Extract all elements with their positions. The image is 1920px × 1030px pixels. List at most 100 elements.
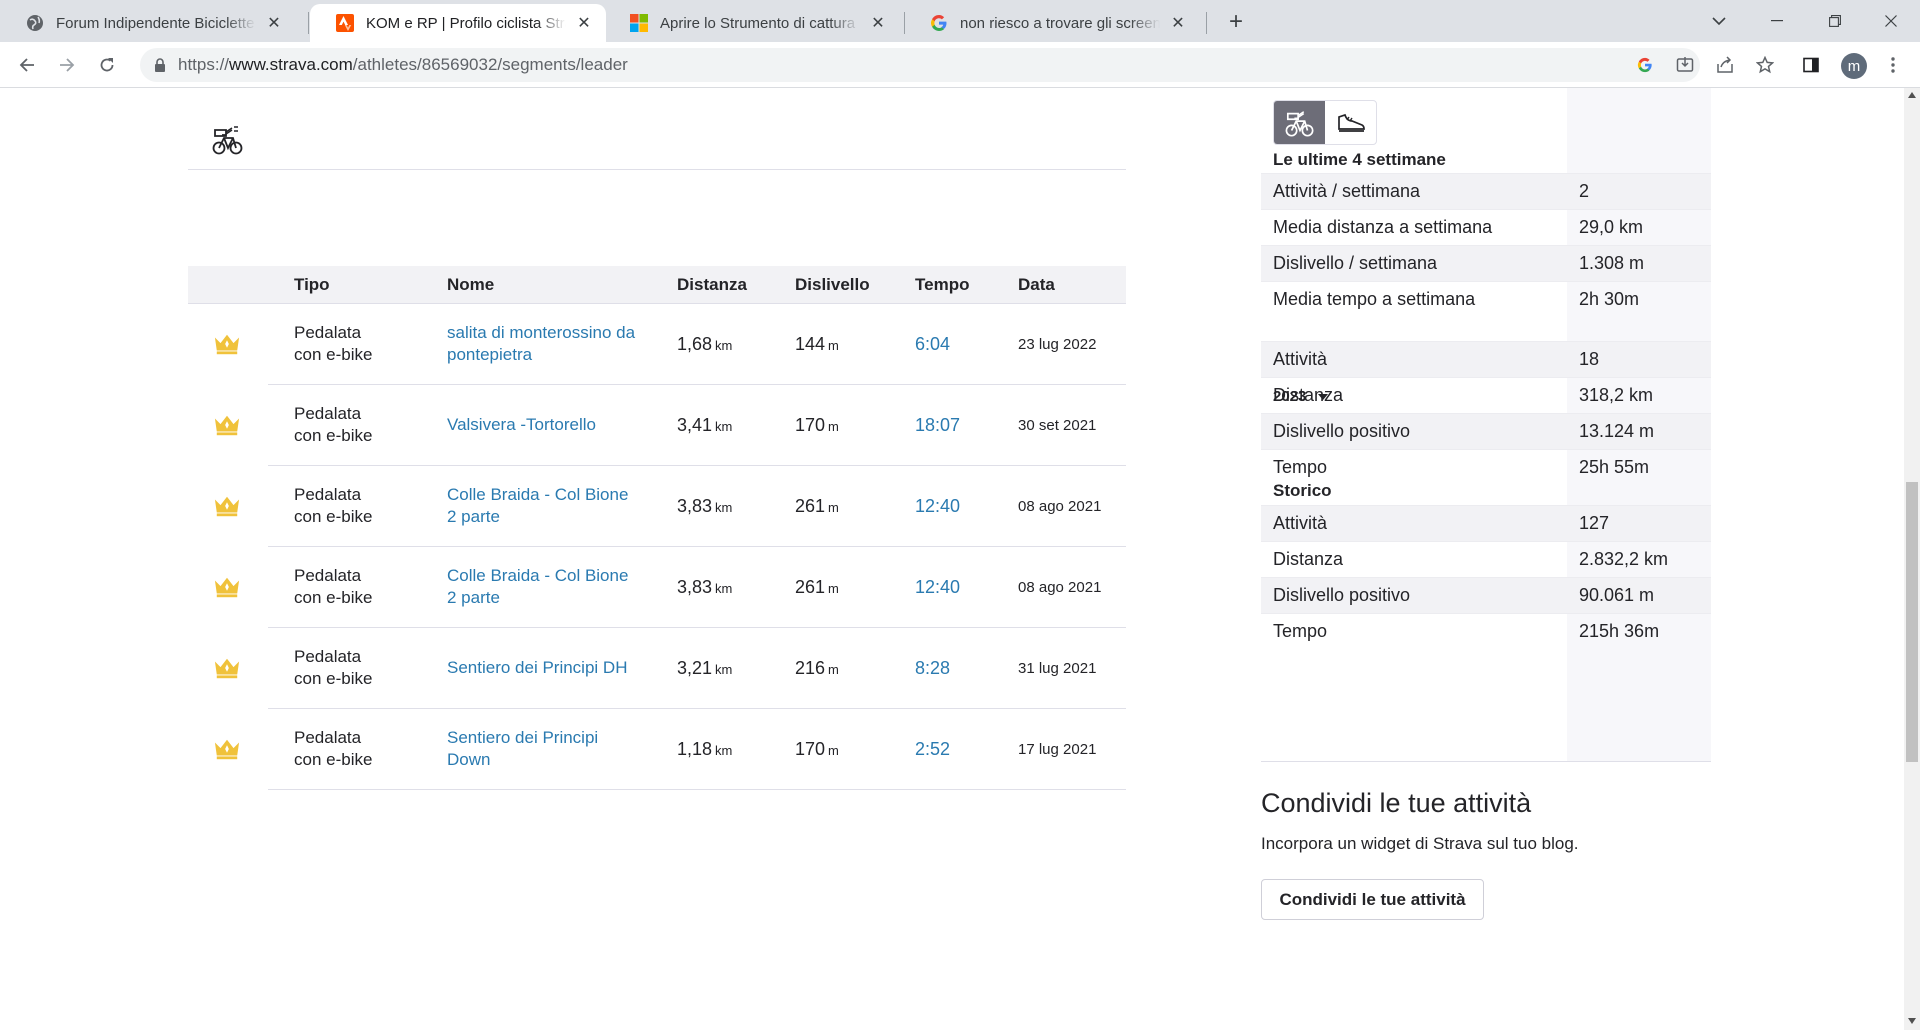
activity-type-line2: con e-bike [294, 345, 373, 364]
table-header: Tipo Nome Distanza Dislivello Tempo Data [188, 266, 1126, 304]
activity-type-line1: Pedalata [294, 647, 362, 666]
elevation-value: 261 [795, 495, 826, 516]
bookmark-star-icon[interactable] [1750, 50, 1780, 80]
table-row: Pedalata con e-bike Sentiero dei Principi … [214, 628, 1126, 709]
close-icon[interactable]: ✕ [574, 13, 594, 33]
tab-forum[interactable]: Forum Indipendente Biciclette Elettriche… [0, 4, 296, 42]
share-activities-button[interactable]: Condividi le tue attività [1261, 879, 1484, 920]
header-tempo[interactable]: Tempo [915, 275, 1018, 295]
globe-icon [26, 14, 44, 32]
stat-label: Media distanza a settimana [1273, 217, 1493, 237]
elevation-unit: m [828, 661, 839, 677]
elevation-unit: m [828, 499, 839, 515]
tab-strava[interactable]: KOM e RP | Profilo ciclista Strava ✕ [310, 4, 606, 42]
table-row: Pedalata con e-bike Valsivera -Tortorello 3… [214, 385, 1126, 466]
url-scheme: https:// [178, 55, 230, 74]
activity-type-line1: Pedalata [294, 323, 362, 342]
google-translate-icon[interactable] [1630, 50, 1660, 80]
divider [188, 169, 1126, 170]
tab-separator [1206, 12, 1207, 34]
segment-time-link[interactable]: 12:40 [915, 577, 1018, 598]
back-button[interactable] [12, 50, 42, 80]
scrollbar[interactable] [1904, 88, 1920, 1030]
segment-elevation: 144 m [795, 334, 915, 355]
segment-name-link[interactable]: Colle Braida - Col Bione 2 parte [447, 484, 637, 528]
elevation-unit: m [828, 580, 839, 596]
stat-row: Distanza 2.832,2 km [1261, 541, 1711, 577]
share-icon[interactable] [1710, 50, 1740, 80]
header-nome[interactable]: Nome [447, 275, 677, 295]
scrollbar-thumb[interactable] [1906, 482, 1918, 762]
address-bar[interactable]: https://www.strava.com/athletes/86569032… [140, 48, 1700, 82]
stat-label: Attività [1273, 513, 1328, 533]
segment-distance: 3,41 km [677, 415, 795, 436]
side-panel-icon[interactable] [1796, 50, 1826, 80]
elevation-value: 144 [795, 333, 826, 354]
elevation-unit: m [828, 418, 839, 434]
close-icon[interactable]: ✕ [1168, 13, 1188, 33]
header-tipo[interactable]: Tipo [294, 275, 447, 295]
more-menu-icon[interactable] [1878, 50, 1908, 80]
ebike-icon [1285, 110, 1313, 136]
close-icon[interactable]: ✕ [264, 13, 284, 33]
tab-search-button[interactable] [1690, 0, 1748, 42]
segment-time-link[interactable]: 2:52 [915, 739, 1018, 760]
segment-name-link[interactable]: salita di monterossino da pontepietra [447, 322, 637, 366]
segment-name-link[interactable]: Valsivera -Tortorello [447, 414, 637, 436]
stat-row: Attività 127 [1261, 505, 1711, 541]
segment-name-link[interactable]: Colle Braida - Col Bione 2 parte [447, 565, 637, 609]
stat-row: Tempo 215h 36m [1261, 613, 1711, 649]
scroll-up-arrow-icon[interactable] [1908, 92, 1916, 98]
segment-time-link[interactable]: 6:04 [915, 334, 1018, 355]
segment-time-link[interactable]: 8:28 [915, 658, 1018, 679]
profile-avatar[interactable]: m [1841, 53, 1867, 79]
url-path: /athletes/86569032/segments/leader [352, 55, 628, 74]
lock-icon [154, 57, 166, 72]
kom-crown-icon [188, 657, 240, 679]
segment-name-link[interactable]: Sentiero dei Principi DH [447, 657, 637, 679]
tab-title: Aprire lo Strumento di cattura e acquisi… [660, 14, 860, 32]
stat-value: 90.061 m [1579, 585, 1655, 605]
header-dislivello[interactable]: Dislivello [795, 275, 915, 295]
distance-value: 3,21 [677, 657, 713, 678]
close-icon[interactable]: ✕ [868, 13, 888, 33]
close-window-button[interactable] [1862, 0, 1920, 42]
activity-type: Pedalata con e-bike [294, 484, 447, 528]
forward-button[interactable] [52, 50, 82, 80]
url-host: www.strava.com [229, 55, 353, 74]
stat-label: Tempo [1273, 621, 1328, 641]
new-tab-button[interactable]: + [1222, 8, 1250, 36]
stat-row: Tempo 25h 55m [1261, 449, 1711, 485]
header-data[interactable]: Data [1018, 275, 1126, 295]
stat-row: Dislivello positivo 13.124 m [1261, 413, 1711, 449]
segment-name-link[interactable]: Sentiero dei Principi Down [447, 727, 637, 771]
kom-segments-table: Tipo Nome Distanza Dislivello Tempo Data… [188, 266, 1126, 790]
distance-value: 1,68 [677, 333, 713, 354]
table-row: Pedalata con e-bike Colle Braida - Col Bio… [214, 547, 1126, 628]
restore-button[interactable] [1806, 0, 1864, 42]
stat-row: Dislivello positivo 90.061 m [1261, 577, 1711, 613]
segment-distance: 1,18 km [677, 739, 795, 760]
run-shoe-tab[interactable] [1325, 101, 1376, 144]
segment-elevation: 170 m [795, 415, 915, 436]
header-distanza[interactable]: Distanza [677, 275, 795, 295]
ebike-tab[interactable] [1274, 101, 1325, 144]
segment-elevation: 261 m [795, 577, 915, 598]
tab-title: non riesco a trovare gli screenshot [960, 14, 1160, 32]
minimize-button[interactable] [1748, 0, 1806, 42]
segment-elevation: 261 m [795, 496, 915, 517]
stat-label: Distanza [1273, 549, 1344, 569]
table-row: Pedalata con e-bike Colle Braida - Col Bio… [214, 466, 1126, 547]
activity-type-line2: con e-bike [294, 507, 373, 526]
reload-button[interactable] [92, 50, 122, 80]
scroll-down-arrow-icon[interactable] [1908, 1018, 1916, 1024]
segment-time-link[interactable]: 12:40 [915, 496, 1018, 517]
elevation-value: 261 [795, 576, 826, 597]
stat-label: Dislivello / settimana [1273, 253, 1438, 273]
segment-time-link[interactable]: 18:07 [915, 415, 1018, 436]
tab-snipping[interactable]: Aprire lo Strumento di cattura e acquisi… [604, 4, 900, 42]
tab-google[interactable]: non riesco a trovare gli screenshot ✕ [904, 4, 1200, 42]
segment-date: 23 lug 2022 [1018, 335, 1097, 353]
table-row: Pedalata con e-bike salita di monterossino… [214, 304, 1126, 385]
install-app-icon[interactable] [1670, 50, 1700, 80]
